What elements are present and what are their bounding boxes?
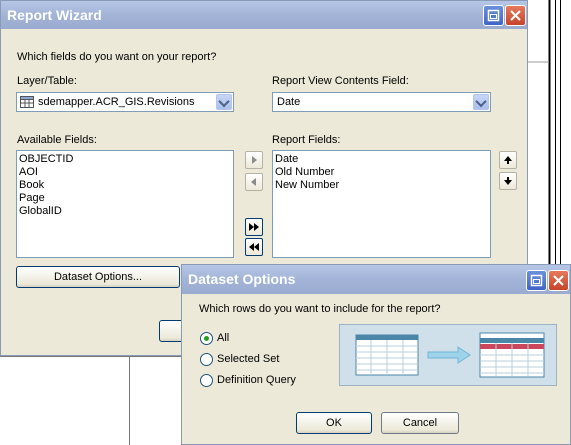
restore-button[interactable] [526, 270, 547, 291]
layer-table-combo[interactable]: sdemapper.ACR_GIS.Revisions [16, 92, 234, 112]
ok-button[interactable]: OK [296, 412, 372, 434]
report-fields-list[interactable]: Date Old Number New Number [272, 150, 491, 258]
list-item[interactable]: Date [275, 153, 488, 166]
list-item[interactable]: Page [19, 192, 231, 205]
report-wizard-title: Report Wizard [7, 7, 102, 23]
dataset-options-button[interactable]: Dataset Options... [16, 266, 180, 288]
close-button[interactable] [548, 270, 569, 291]
layer-table-value: sdemapper.ACR_GIS.Revisions [38, 96, 195, 108]
close-button[interactable] [505, 5, 526, 26]
restore-button[interactable] [483, 5, 504, 26]
table-transfer-illustration [355, 332, 545, 378]
add-all-fields-button[interactable] [245, 218, 263, 236]
radio-all-label[interactable]: All [217, 332, 229, 344]
radio-selected-set-label[interactable]: Selected Set [217, 353, 279, 365]
close-icon [510, 10, 521, 21]
arrow-left-icon [251, 178, 256, 186]
chevron-down-icon[interactable] [473, 94, 489, 110]
report-fields-label: Report Fields: [272, 134, 341, 146]
remove-field-button[interactable] [245, 173, 263, 191]
report-wizard-titlebar[interactable]: Report Wizard [1, 1, 527, 29]
arrow-up-icon [504, 156, 512, 164]
cancel-button[interactable]: Cancel [381, 412, 459, 434]
move-up-button[interactable] [499, 151, 517, 169]
dataset-options-titlebar[interactable]: Dataset Options [182, 265, 570, 294]
restore-icon [530, 274, 543, 287]
double-arrow-left-icon [249, 243, 259, 251]
dataset-options-title: Dataset Options [188, 271, 296, 287]
contents-field-combo[interactable]: Date [272, 92, 491, 112]
radio-selected-set[interactable] [200, 353, 213, 366]
contents-field-value: Date [277, 96, 301, 108]
radio-definition-query-label[interactable]: Definition Query [217, 374, 296, 386]
dataset-options-dialog: Dataset Options Which rows do you want t… [181, 264, 571, 445]
list-item[interactable]: OBJECTID [19, 153, 231, 166]
fields-question: Which fields do you want on your report? [17, 51, 217, 63]
restore-icon [487, 9, 500, 22]
rows-question: Which rows do you want to include for th… [199, 303, 441, 315]
dataset-preview-image [339, 324, 557, 386]
list-item[interactable]: New Number [275, 179, 488, 192]
close-icon [553, 275, 564, 286]
add-field-button[interactable] [245, 151, 263, 169]
list-item[interactable]: Book [19, 179, 231, 192]
layer-table-label: Layer/Table: [17, 75, 77, 87]
contents-field-label: Report View Contents Field: [272, 75, 409, 87]
double-arrow-right-icon [249, 223, 259, 231]
available-fields-list[interactable]: OBJECTID AOI Book Page GlobalID [16, 150, 234, 258]
list-item[interactable]: AOI [19, 166, 231, 179]
remove-all-fields-button[interactable] [245, 238, 263, 256]
chevron-down-icon[interactable] [216, 94, 232, 110]
available-fields-label: Available Fields: [17, 134, 97, 146]
list-item[interactable]: GlobalID [19, 205, 231, 218]
move-down-button[interactable] [499, 172, 517, 190]
radio-definition-query[interactable] [200, 374, 213, 387]
arrow-right-icon [252, 156, 257, 164]
table-icon [20, 96, 34, 108]
list-item[interactable]: Old Number [275, 166, 488, 179]
arrow-down-icon [504, 177, 512, 185]
radio-all[interactable] [200, 332, 213, 345]
